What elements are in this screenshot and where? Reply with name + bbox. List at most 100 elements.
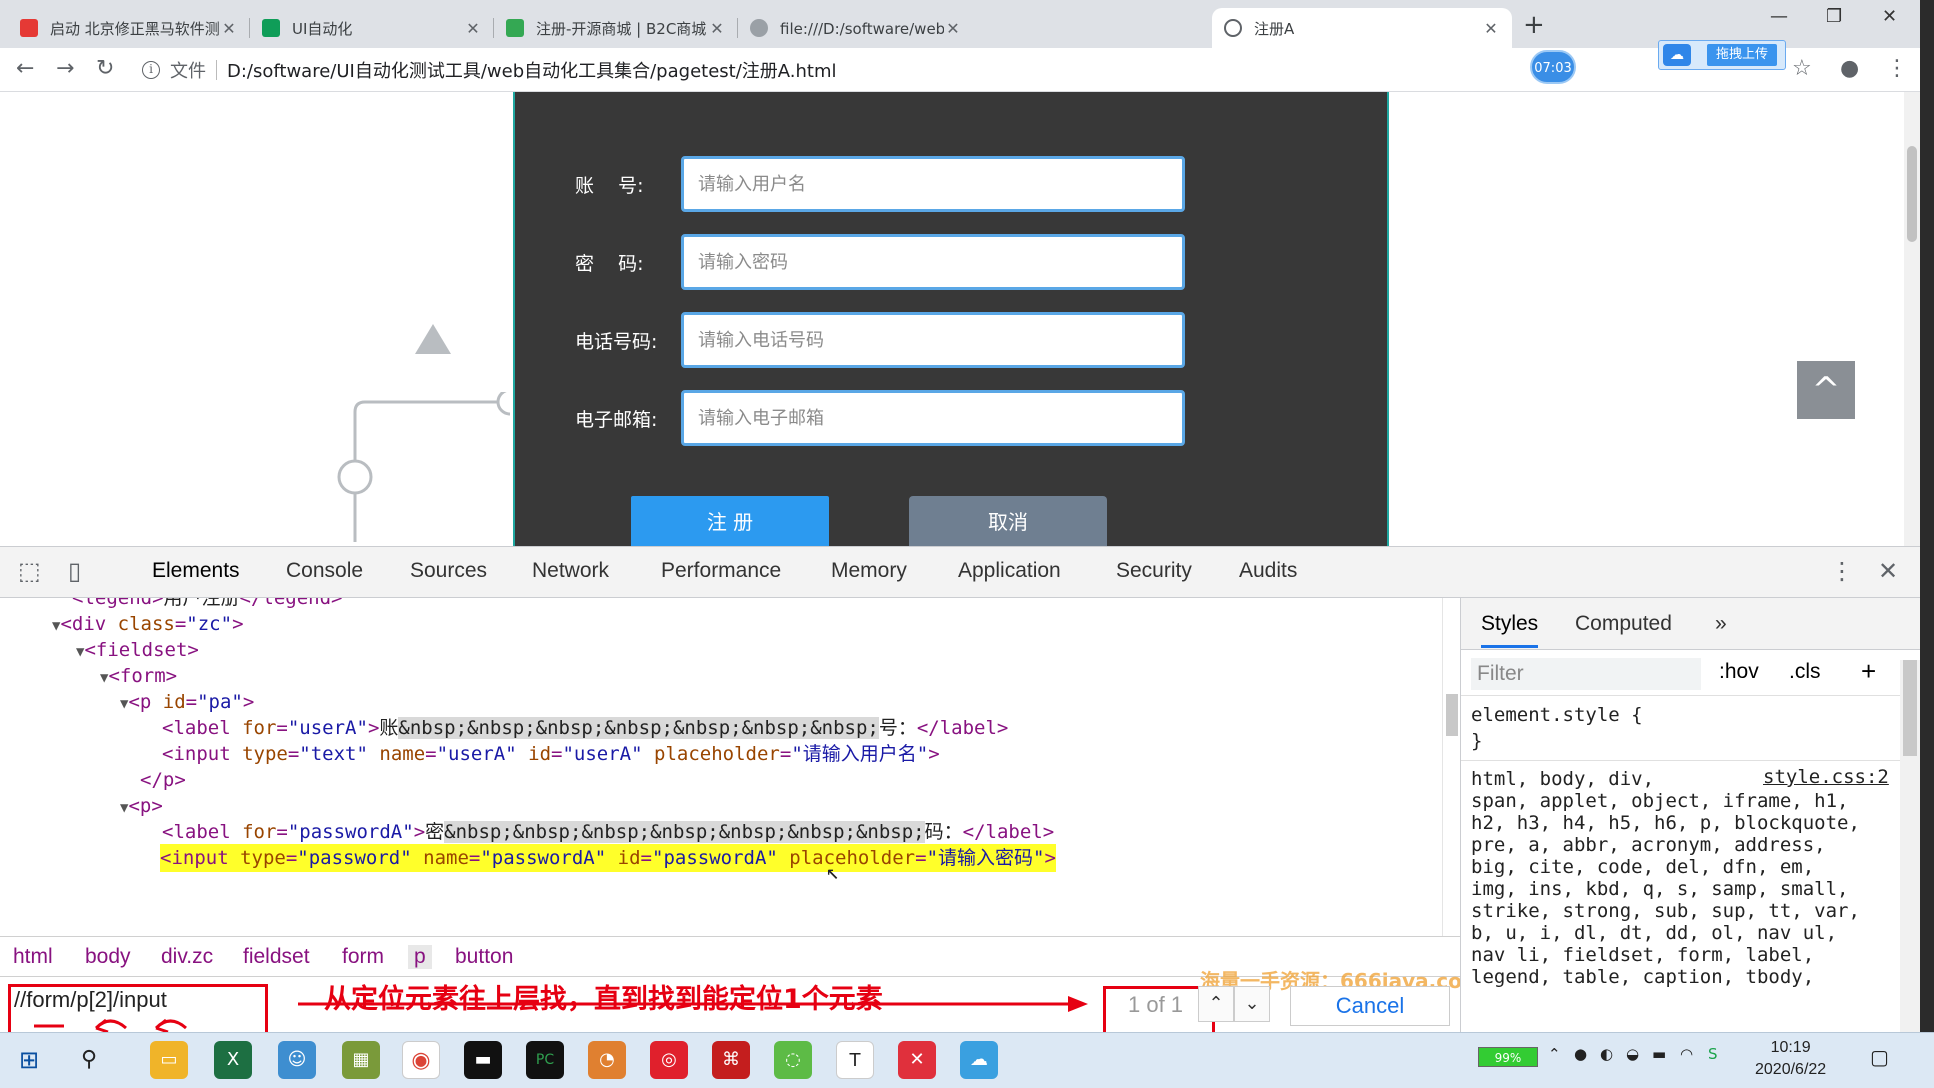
style-source-link[interactable]: style.css:2 <box>1763 766 1889 788</box>
notification-icon[interactable]: ▢ <box>1870 1045 1889 1069</box>
minimize-icon[interactable]: — <box>1770 6 1788 27</box>
profile-icon[interactable]: ● <box>1840 56 1859 81</box>
tab-performance[interactable]: Performance <box>661 559 781 583</box>
back-icon[interactable]: ← <box>16 56 34 81</box>
tray-expand-icon[interactable]: ⌃ <box>1548 1045 1561 1063</box>
browser-tab[interactable]: 启动 北京修正黑马软件测试就业… ✕ <box>8 8 250 48</box>
bookmark-star-icon[interactable]: ☆ <box>1792 56 1812 81</box>
next-match-button[interactable]: ⌄ <box>1234 986 1270 1022</box>
forward-icon[interactable]: → <box>56 56 74 81</box>
search-cancel-button[interactable]: Cancel <box>1290 986 1450 1026</box>
elements-scrollbar[interactable] <box>1442 598 1460 936</box>
info-icon[interactable]: i <box>142 61 160 79</box>
crumb-fieldset[interactable]: fieldset <box>243 945 310 969</box>
prev-match-button[interactable]: ⌃ <box>1198 986 1234 1022</box>
app-tray-icon[interactable]: ◒ <box>1626 1045 1639 1063</box>
network-icon[interactable]: ▬ <box>1652 1045 1666 1063</box>
tab-styles[interactable]: Styles <box>1481 612 1539 648</box>
inspect-element-icon[interactable]: ⬚ <box>18 557 41 585</box>
active-app-icon[interactable]: ◔ <box>588 1041 626 1079</box>
devtools-menu-icon[interactable]: ⋮ <box>1830 557 1854 585</box>
close-tab-icon[interactable]: ✕ <box>220 19 238 38</box>
menu-dots-icon[interactable]: ⋮ <box>1886 56 1908 81</box>
add-rule-icon[interactable]: + <box>1861 656 1876 687</box>
chrome-app-icon[interactable]: ◉ <box>402 1041 440 1079</box>
netease-app-icon[interactable]: ◎ <box>650 1041 688 1079</box>
restore-icon[interactable]: ❐ <box>1826 6 1842 27</box>
taskbar-clock[interactable]: 10:19 2020/6/22 <box>1755 1037 1826 1081</box>
cls-toggle[interactable]: .cls <box>1789 660 1821 684</box>
browser-tab[interactable]: UI自动化 ✕ <box>250 8 494 48</box>
dom-node[interactable]: ▼<p id="pa"> <box>120 688 254 716</box>
back-to-top-button[interactable]: ^ <box>1797 361 1855 419</box>
crumb-div-zc[interactable]: div.zc <box>161 945 213 969</box>
hov-toggle[interactable]: :hov <box>1719 660 1759 684</box>
dom-node-highlighted[interactable]: <input type="password" name="passwordA" … <box>160 844 1056 872</box>
close-tab-icon[interactable]: ✕ <box>464 19 482 38</box>
typora-app-icon[interactable]: T <box>836 1041 874 1079</box>
new-tab-button[interactable]: + <box>1523 10 1545 40</box>
tab-audits[interactable]: Audits <box>1239 559 1297 583</box>
tab-application[interactable]: Application <box>958 559 1061 583</box>
search-icon[interactable]: ⚲ <box>70 1041 108 1079</box>
device-toolbar-icon[interactable]: ▯ <box>68 557 81 585</box>
input-method-icon[interactable]: S <box>1708 1045 1718 1063</box>
cloud-app-icon[interactable]: ☁ <box>960 1041 998 1079</box>
crumb-body[interactable]: body <box>85 945 131 969</box>
xmind-app-icon[interactable]: ✕ <box>898 1041 936 1079</box>
styles-filter-input[interactable]: Filter <box>1471 658 1701 690</box>
tab-memory[interactable]: Memory <box>831 559 907 583</box>
elements-tree[interactable]: <legend>用户注册</legend> ▼<div class="zc"> … <box>0 598 1442 936</box>
register-button[interactable]: 注 册 <box>631 496 829 546</box>
browser-tab[interactable]: file:///D:/software/web自动化工… ✕ <box>738 8 974 48</box>
tab-elements[interactable]: Elements <box>152 559 240 583</box>
close-devtools-icon[interactable]: ✕ <box>1878 557 1898 585</box>
username-input[interactable] <box>681 156 1185 212</box>
tab-security[interactable]: Security <box>1116 559 1192 583</box>
file-explorer-icon[interactable]: ▭ <box>150 1041 188 1079</box>
terminal-app-icon[interactable]: ▬ <box>464 1041 502 1079</box>
mic-icon[interactable]: ● <box>1574 1045 1587 1063</box>
qq-icon[interactable]: ◐ <box>1600 1045 1613 1063</box>
email-input[interactable] <box>681 390 1185 446</box>
browser-tab-active[interactable]: 注册A ✕ <box>1212 8 1512 48</box>
reload-icon[interactable]: ↻ <box>96 56 114 81</box>
dom-node[interactable]: ▼<p> <box>120 792 163 820</box>
dom-node[interactable]: </p> <box>140 766 186 794</box>
crumb-html[interactable]: html <box>13 945 53 969</box>
dom-node[interactable]: <input type="text" name="userA" id="user… <box>162 740 940 768</box>
image-app-icon[interactable]: ▦ <box>342 1041 380 1079</box>
dom-node[interactable]: <label for="userA">账&nbsp;&nbsp;&nbsp;&n… <box>162 714 1008 742</box>
wechat-app-icon[interactable]: ◌ <box>774 1041 812 1079</box>
battery-indicator[interactable]: 99% <box>1478 1047 1538 1067</box>
dom-node[interactable]: ▼<form> <box>100 662 177 690</box>
start-windows-icon[interactable]: ⊞ <box>10 1041 48 1079</box>
tab-computed[interactable]: Computed <box>1575 612 1672 636</box>
close-window-icon[interactable]: ✕ <box>1882 6 1897 27</box>
close-tab-icon[interactable]: ✕ <box>944 19 962 38</box>
pdf-app-icon[interactable]: ⌘ <box>712 1041 750 1079</box>
crumb-form[interactable]: form <box>342 945 384 969</box>
phone-input[interactable] <box>681 312 1185 368</box>
excel-app-icon[interactable]: X <box>214 1041 252 1079</box>
form-cancel-button[interactable]: 取消 <box>909 496 1107 546</box>
password-input[interactable] <box>681 234 1185 290</box>
wifi-icon[interactable]: ◠ <box>1680 1045 1693 1063</box>
address-bar[interactable]: i 文件 D:/software/UI自动化测试工具/web自动化工具集合/pa… <box>142 54 1522 86</box>
close-tab-icon[interactable]: ✕ <box>708 19 726 38</box>
tab-network[interactable]: Network <box>532 559 609 583</box>
pycharm-app-icon[interactable]: PC <box>526 1041 564 1079</box>
crumb-p[interactable]: p <box>408 945 432 969</box>
close-tab-icon[interactable]: ✕ <box>1482 19 1500 38</box>
chat-app-icon[interactable]: ☺ <box>278 1041 316 1079</box>
dom-node[interactable]: ▼<div class="zc"> <box>52 610 244 638</box>
more-tabs-icon[interactable]: » <box>1715 612 1727 636</box>
upload-widget[interactable]: ☁ 拖拽上传 <box>1658 40 1786 70</box>
dom-node[interactable]: ▼<fieldset> <box>76 636 199 664</box>
dom-node[interactable]: <label for="passwordA">密&nbsp;&nbsp;&nbs… <box>162 818 1054 846</box>
styles-scrollbar[interactable] <box>1900 660 1920 1032</box>
crumb-button[interactable]: button <box>455 945 513 969</box>
tab-console[interactable]: Console <box>286 559 363 583</box>
page-scrollbar[interactable] <box>1904 92 1920 546</box>
tab-sources[interactable]: Sources <box>410 559 487 583</box>
